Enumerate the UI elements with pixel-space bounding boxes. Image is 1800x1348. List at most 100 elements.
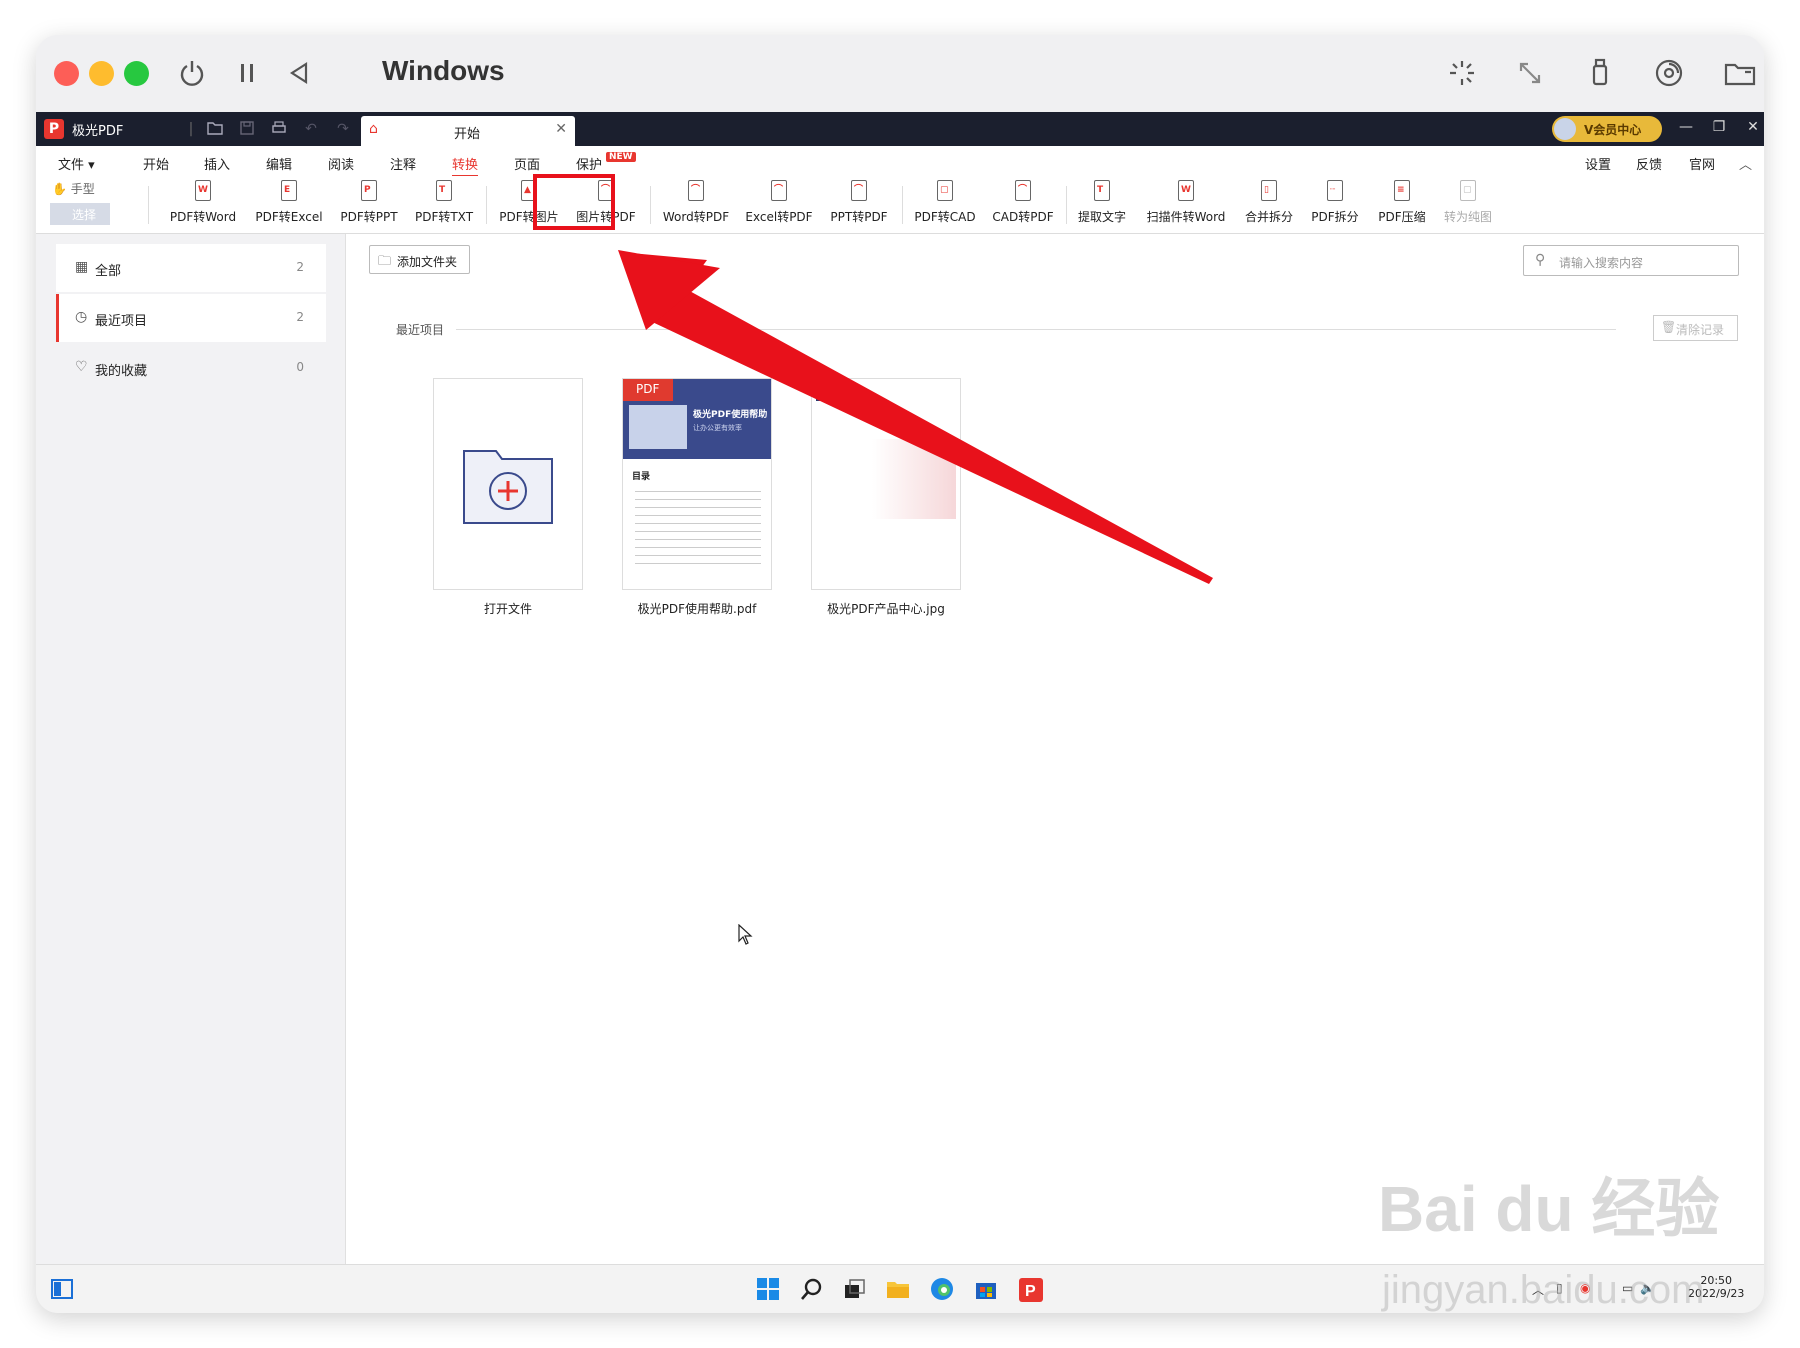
windows-start-icon[interactable] xyxy=(756,1277,782,1303)
to-pure-image-icon: ▢ xyxy=(1457,178,1479,204)
tab-start[interactable]: ⌂ 开始 ✕ xyxy=(361,116,575,146)
add-folder-button[interactable]: 🗀 添加文件夹 xyxy=(369,245,470,274)
ppt-to-pdf-icon: ⌒ xyxy=(848,178,870,204)
pdf-to-cad-button[interactable]: ▢ PDF转CAD xyxy=(908,178,982,232)
clear-history-button[interactable]: 🗑 清除记录 xyxy=(1653,315,1738,341)
close-window-button[interactable] xyxy=(54,61,79,86)
excel-to-pdf-button[interactable]: ⌒ Excel转PDF xyxy=(738,178,820,232)
pdf-compress-button[interactable]: ≡ PDF压缩 xyxy=(1370,178,1434,232)
pdf-doc-subtitle: 让办公更有效率 xyxy=(693,424,742,432)
menu-insert[interactable]: 插入 xyxy=(204,154,230,173)
pdf-thumbnail-header: PDF 极光PDF使用帮助 让办公更有效率 xyxy=(623,379,771,459)
pdf-to-word-icon: W xyxy=(192,178,214,204)
menu-feedback[interactable]: 反馈 xyxy=(1636,154,1662,173)
heart-icon: ♡ xyxy=(75,359,88,375)
redo-icon[interactable]: ↷ xyxy=(334,120,352,138)
merge-split-button[interactable]: ▯ 合并拆分 xyxy=(1238,178,1300,232)
pdf-to-excel-icon: E xyxy=(278,178,300,204)
pdf-to-ppt-button[interactable]: P PDF转PPT xyxy=(332,178,406,232)
task-view-icon[interactable] xyxy=(842,1277,868,1303)
menu-website[interactable]: 官网 xyxy=(1689,154,1715,173)
cad-to-pdf-icon: ⌒ xyxy=(1012,178,1034,204)
menu-edit[interactable]: 编辑 xyxy=(266,154,292,173)
folder-icon: 🗀 xyxy=(378,254,392,269)
sidebar-item-all[interactable]: ▦ 全部 2 xyxy=(56,244,326,292)
menu-read[interactable]: 阅读 xyxy=(328,154,354,173)
minimize-icon[interactable]: — xyxy=(1676,119,1696,135)
usb-icon[interactable] xyxy=(1582,55,1618,91)
back-icon[interactable] xyxy=(281,55,317,91)
restore-icon[interactable]: ❐ xyxy=(1709,119,1729,135)
collapse-ribbon-icon[interactable]: ︿ xyxy=(1739,154,1752,173)
shared-folder-icon[interactable] xyxy=(1722,55,1758,91)
menu-file[interactable]: 文件 ▾ xyxy=(58,154,95,173)
store-icon[interactable] xyxy=(974,1277,1000,1303)
file-card-pdf[interactable]: PDF 极光PDF使用帮助 让办公更有效率 目录 xyxy=(622,378,772,590)
file-card-jpg[interactable]: JPG xyxy=(811,378,961,590)
extract-text-button[interactable]: T 提取文字 xyxy=(1072,178,1132,232)
pdf-to-txt-icon: T xyxy=(433,178,455,204)
ppt-to-pdf-button[interactable]: ⌒ PPT转PDF xyxy=(822,178,896,232)
clock-icon: ◷ xyxy=(75,309,88,325)
jpg-badge: JPG xyxy=(816,383,856,401)
pdf-to-txt-button[interactable]: T PDF转TXT xyxy=(408,178,480,232)
cad-to-pdf-button[interactable]: ⌒ CAD转PDF xyxy=(986,178,1060,232)
excel-to-pdf-icon: ⌒ xyxy=(768,178,790,204)
print-icon[interactable] xyxy=(270,120,288,138)
disc-icon[interactable] xyxy=(1651,55,1687,91)
open-folder-icon[interactable] xyxy=(206,120,224,138)
search-icon[interactable] xyxy=(800,1277,826,1303)
svg-text:P: P xyxy=(1025,1283,1036,1300)
close-tab-icon[interactable]: ✕ xyxy=(555,121,567,137)
file-name: 极光PDF使用帮助.pdf xyxy=(637,602,757,616)
pause-icon[interactable] xyxy=(230,55,266,91)
select-tool-button[interactable]: 选择 xyxy=(50,203,110,225)
file-explorer-icon[interactable] xyxy=(886,1277,912,1303)
extract-text-icon: T xyxy=(1091,178,1113,204)
menu-page[interactable]: 页面 xyxy=(514,154,540,173)
thumbnail-illustration xyxy=(629,405,687,449)
trash-icon: 🗑 xyxy=(1661,320,1677,334)
hand-tool-button[interactable]: ✋ 手型 xyxy=(52,180,95,197)
resize-icon[interactable] xyxy=(1512,55,1548,91)
scan-to-word-button[interactable]: W 扫描件转Word xyxy=(1140,178,1232,232)
file-name: 打开文件 xyxy=(483,602,532,616)
menu-annotate[interactable]: 注释 xyxy=(390,154,416,173)
app-window: P 极光PDF | ↶ ↷ ⚙ ⌂ 开始 ✕ V会员中心 xyxy=(36,112,1764,1264)
sidebar-item-count: 2 xyxy=(296,260,304,274)
menu-convert[interactable]: 转换 xyxy=(452,154,479,177)
menu-protect[interactable]: 保护 xyxy=(576,154,602,173)
open-file-card[interactable] xyxy=(433,378,583,590)
zoom-window-button[interactable] xyxy=(124,61,149,86)
widgets-icon[interactable] xyxy=(50,1277,76,1303)
pdf-to-word-button[interactable]: W PDF转Word xyxy=(158,178,248,232)
edge-icon[interactable] xyxy=(930,1277,956,1303)
to-pure-image-button[interactable]: ▢ 转为纯图 xyxy=(1436,178,1500,232)
sidebar-item-favorites[interactable]: ♡ 我的收藏 0 xyxy=(56,344,326,392)
power-icon[interactable] xyxy=(174,55,210,91)
undo-icon[interactable]: ↶ xyxy=(302,120,320,138)
main-content: 🗀 添加文件夹 ⚲ 请输入搜索内容 最近项目 🗑 清除记录 打开文件 PDF 极… xyxy=(346,234,1764,1264)
sidebar-item-recent[interactable]: ◷ 最近项目 2 xyxy=(56,294,326,342)
pdf-to-excel-button[interactable]: E PDF转Excel xyxy=(248,178,330,232)
sidebar: ▦ 全部 2 ◷ 最近项目 2 ♡ 我的收藏 0 xyxy=(36,234,346,1264)
pdf-split-button[interactable]: ┈ PDF拆分 xyxy=(1304,178,1366,232)
pdf-doc-title: 极光PDF使用帮助 xyxy=(693,410,768,420)
minimize-window-button[interactable] xyxy=(89,61,114,86)
menu-settings[interactable]: 设置 xyxy=(1585,154,1611,173)
pdf-badge: PDF xyxy=(623,379,673,401)
jiguang-pdf-taskbar-icon[interactable]: P xyxy=(1018,1277,1044,1303)
pdf-split-icon: ┈ xyxy=(1324,178,1346,204)
loading-icon[interactable] xyxy=(1444,55,1480,91)
menu-start[interactable]: 开始 xyxy=(143,154,169,173)
sidebar-item-label: 最近项目 xyxy=(95,314,148,329)
close-icon[interactable]: ✕ xyxy=(1743,119,1763,135)
word-to-pdf-button[interactable]: ⌒ Word转PDF xyxy=(656,178,736,232)
save-icon[interactable] xyxy=(238,120,256,138)
vip-center-button[interactable]: V会员中心 xyxy=(1552,116,1662,142)
search-input[interactable]: ⚲ 请输入搜索内容 xyxy=(1523,245,1739,276)
highlight-box xyxy=(533,174,615,230)
grid-icon: ▦ xyxy=(75,259,89,275)
ribbon-toolbar: ✋ 手型 选择 W PDF转Word E PDF转Excel P PDF转PPT… xyxy=(36,176,1764,234)
watermark-url: jingyan.baidu.com xyxy=(1382,1268,1705,1312)
